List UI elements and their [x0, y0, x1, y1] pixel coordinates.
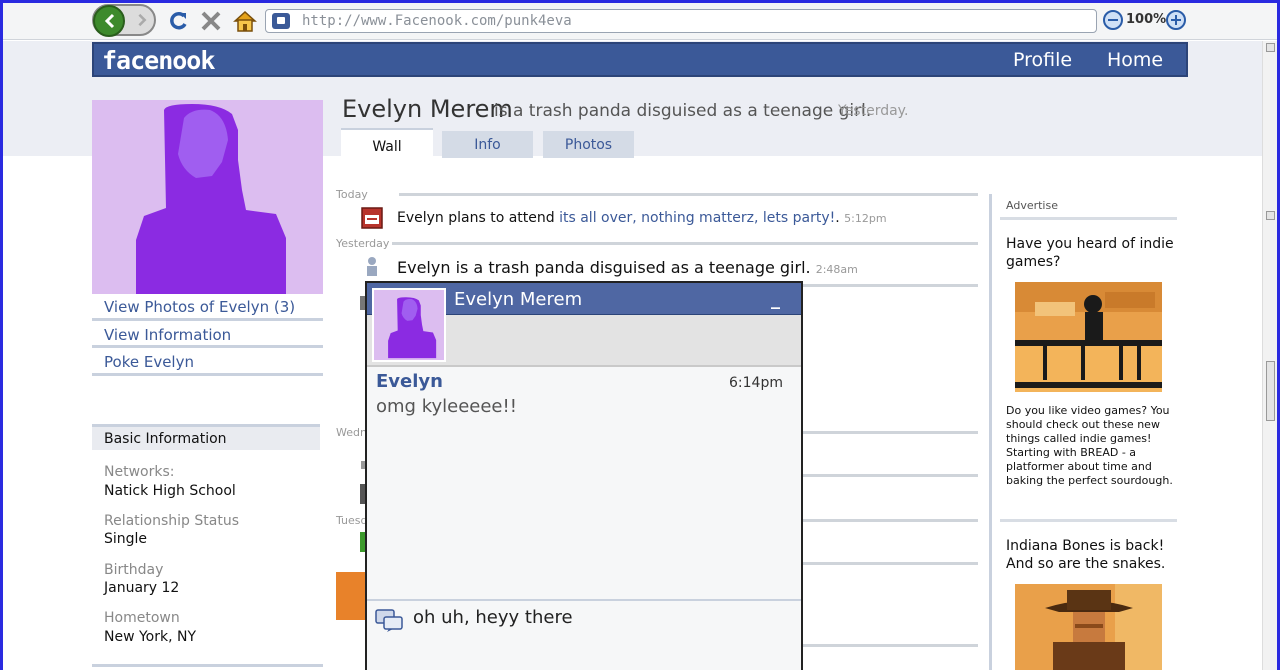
divider [92, 664, 323, 667]
scroll-thumb[interactable] [1266, 361, 1275, 421]
date-tuesday: Tuesd [336, 514, 368, 527]
divider [780, 644, 978, 647]
forward-arrow-icon [138, 13, 147, 27]
chat-sender: Evelyn [376, 371, 443, 392]
site-icon [272, 13, 290, 29]
ad-title[interactable]: Indiana Bones is back! And so are the sn… [1006, 537, 1176, 573]
tab-wall[interactable]: Wall [341, 128, 433, 158]
chat-reply-area[interactable]: oh uh, heyy there [367, 599, 801, 670]
birthday-value: January 12 [104, 580, 180, 596]
post-time: 2:48am [815, 263, 858, 276]
ad-image-indiana-bones[interactable] [1015, 584, 1162, 670]
nav-home[interactable]: Home [1107, 49, 1163, 71]
scroll-marker[interactable] [1266, 211, 1275, 220]
indiana-bones-art [1015, 584, 1162, 670]
post-suffix: . [835, 210, 840, 226]
basic-info-header: Basic Information [92, 424, 320, 450]
hometown-value: New York, NY [104, 629, 197, 645]
post-text: Evelyn plans to attend [397, 210, 560, 226]
divider [780, 519, 978, 522]
back-arrow-icon [104, 13, 115, 29]
ad-title[interactable]: Have you heard of indie games? [1006, 235, 1176, 271]
chat-reply-text[interactable]: oh uh, heyy there [413, 607, 573, 628]
divider [780, 562, 978, 565]
divider [399, 193, 978, 196]
event-link[interactable]: its all over, nothing matterz, lets part… [559, 210, 835, 226]
divider [92, 373, 323, 376]
divider [1000, 217, 1177, 220]
speech-bubble-icon [375, 609, 403, 632]
address-bar[interactable]: http://www.Facenook.com/punk4eva [265, 9, 1097, 33]
tab-info[interactable]: Info [442, 131, 533, 158]
wall-post-event: Evelyn plans to attend its all over, not… [397, 210, 887, 226]
stop-icon[interactable] [200, 10, 222, 32]
divider [92, 318, 323, 321]
chat-title: Evelyn Merem [454, 289, 583, 310]
wall-post-status: Evelyn is a trash panda disguised as a t… [397, 258, 858, 277]
divider [780, 474, 978, 477]
post-thumbnail[interactable] [336, 572, 366, 620]
chat-window[interactable]: Evelyn Merem _ Evelyn 6:14pm omg kyleeee… [365, 281, 803, 670]
networks-label: Networks: [104, 464, 175, 480]
refresh-icon[interactable] [167, 10, 189, 32]
scroll-up-arrow[interactable] [1266, 43, 1275, 52]
person-silhouette-icon [136, 104, 286, 294]
profile-name: Evelyn Merem [342, 95, 513, 123]
post-time: 5:12pm [844, 212, 887, 225]
back-button[interactable] [93, 5, 125, 37]
ad-body: Do you like video games? You should chec… [1006, 404, 1173, 487]
scrollbar[interactable] [1262, 41, 1277, 670]
nav-profile[interactable]: Profile [1013, 49, 1072, 71]
view-photos-link[interactable]: View Photos of Evelyn (3) [104, 298, 295, 316]
view-information-link[interactable]: View Information [104, 326, 231, 344]
relationship-label: Relationship Status [104, 513, 240, 529]
date-today: Today [336, 188, 368, 201]
indie-game-art [1015, 282, 1162, 392]
zoom-out-icon[interactable] [1103, 10, 1123, 30]
divider [92, 345, 323, 348]
person-silhouette-icon [388, 297, 437, 359]
hometown-label: Hometown [104, 610, 180, 626]
column-divider [989, 194, 992, 670]
birthday-label: Birthday [104, 562, 164, 578]
poke-link[interactable]: Poke Evelyn [104, 353, 194, 371]
chat-timestamp: 6:14pm [729, 375, 783, 391]
divider [392, 242, 978, 245]
home-icon[interactable] [233, 9, 257, 33]
advertise-label: Advertise [1006, 199, 1058, 212]
divider [1000, 519, 1177, 522]
profile-picture[interactable] [92, 100, 323, 294]
calendar-icon [361, 207, 383, 229]
forward-button[interactable] [128, 7, 154, 33]
date-wednesday: Wedn [336, 426, 367, 439]
site-header: facenook Profile Home [92, 42, 1188, 77]
zoom-level: 100% [1126, 12, 1167, 27]
ad-image-indie[interactable] [1015, 282, 1162, 392]
post-text: Evelyn is a trash panda disguised as a t… [397, 258, 811, 277]
site-logo[interactable]: facenook [102, 46, 215, 75]
address-text: http://www.Facenook.com/punk4eva [302, 13, 572, 29]
minimize-icon[interactable]: _ [771, 289, 780, 310]
basic-info-title: Basic Information [104, 431, 227, 447]
date-yesterday: Yesterday [336, 237, 390, 250]
relationship-value: Single [104, 531, 148, 547]
chat-message: omg kyleeeee!! [376, 396, 517, 417]
profile-status-time: Yesterday. [838, 103, 909, 119]
chat-avatar[interactable] [372, 288, 446, 362]
person-icon [367, 257, 377, 276]
tab-photos[interactable]: Photos [543, 131, 634, 158]
networks-value: Natick High School [104, 483, 236, 499]
zoom-in-icon[interactable] [1166, 10, 1186, 30]
divider [780, 431, 978, 434]
profile-status: is a trash panda disguised as a teenage … [494, 101, 872, 121]
